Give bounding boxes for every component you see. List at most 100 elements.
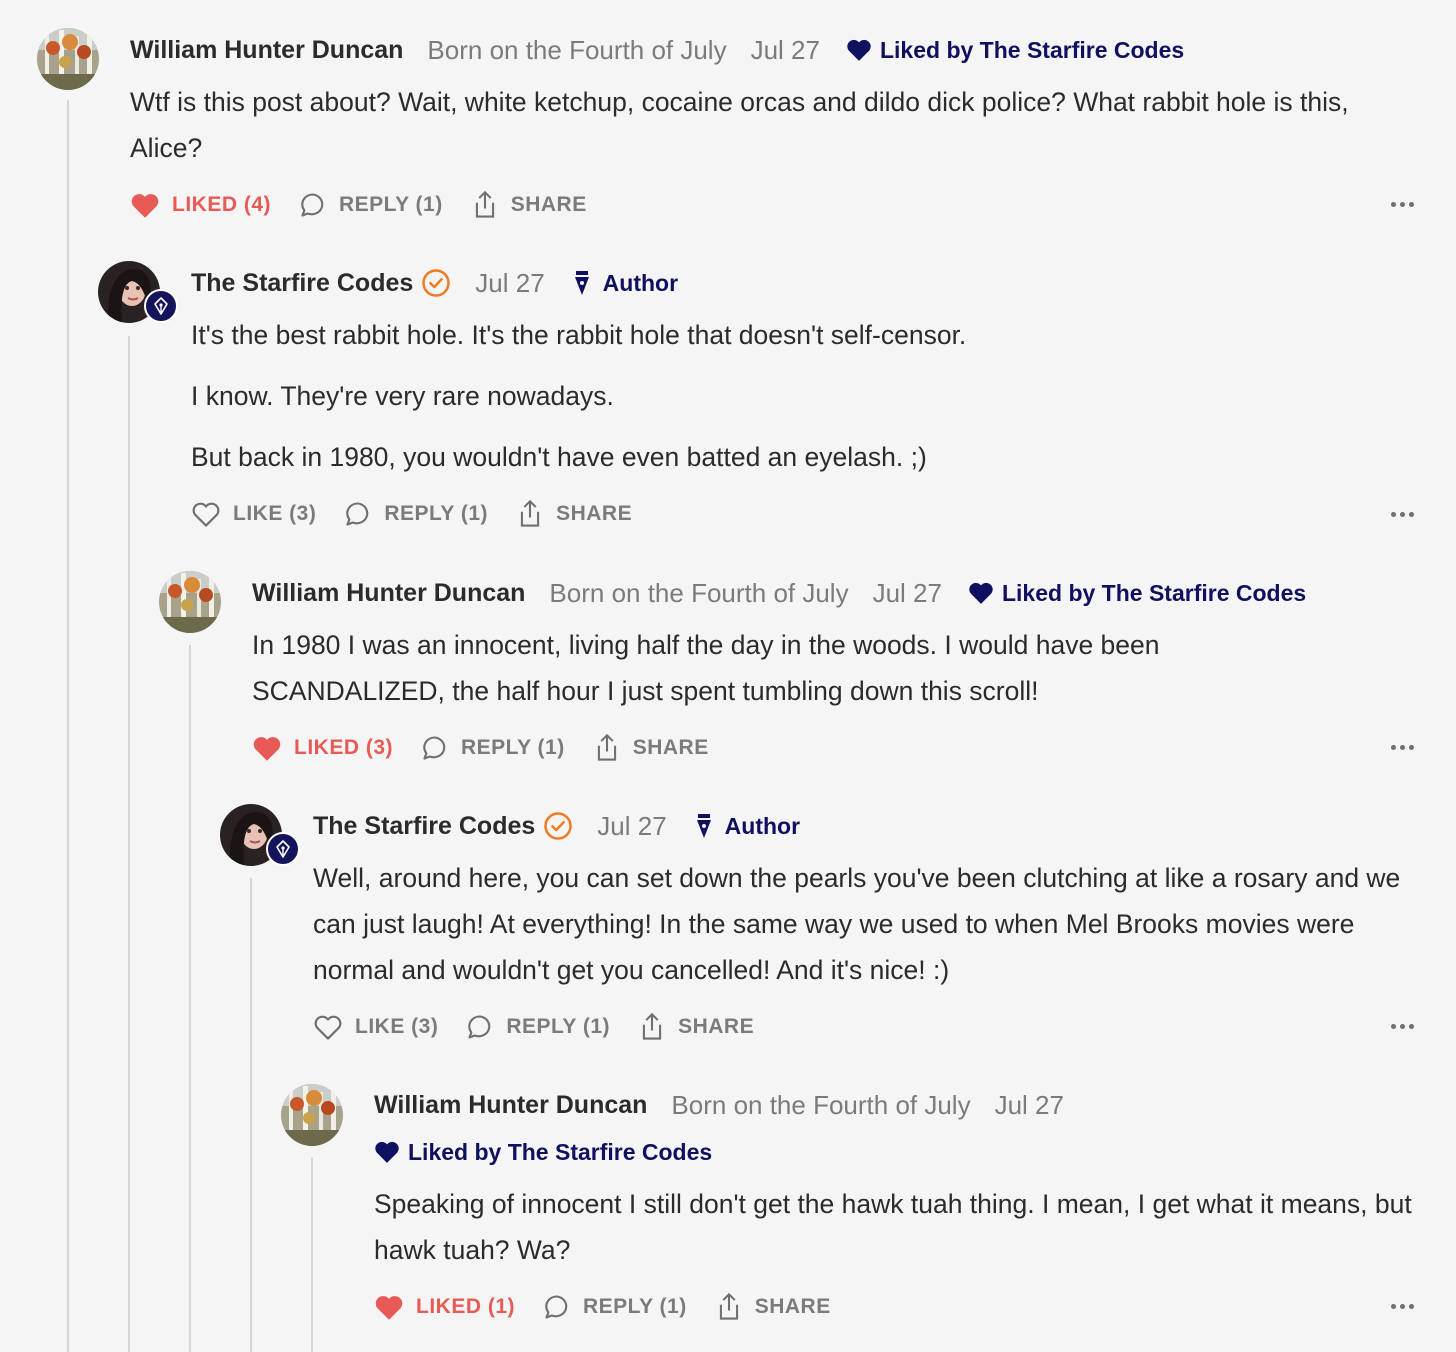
share-icon	[520, 499, 540, 527]
avatar[interactable]	[37, 28, 99, 90]
reply-button[interactable]: REPLY (1)	[421, 734, 565, 762]
reply-label: REPLY (1)	[506, 1015, 611, 1038]
avatar[interactable]	[159, 571, 221, 633]
author-name[interactable]: William Hunter Duncan	[252, 579, 525, 608]
like-button[interactable]: LIKE (3)	[313, 1014, 438, 1041]
more-options-button[interactable]	[1391, 745, 1414, 750]
more-options-button[interactable]	[1391, 1304, 1414, 1309]
like-label: LIKED (3)	[294, 736, 393, 759]
author-name[interactable]: The Starfire Codes	[313, 812, 535, 841]
comment-paragraph: Well, around here, you can set down the …	[313, 863, 1401, 985]
author-subtitle: Born on the Fourth of July	[549, 577, 849, 608]
thread-line	[128, 336, 130, 1352]
heart-outline-icon	[192, 502, 220, 527]
comment-paragraph: But back in 1980, you wouldn't have even…	[191, 442, 927, 472]
fountain-pen-icon	[154, 297, 168, 315]
like-button[interactable]: LIKED (4)	[130, 192, 271, 219]
liked-by-label: Liked by The Starfire Codes	[879, 36, 1185, 63]
share-label: SHARE	[556, 502, 633, 525]
author-tag-label: Author	[602, 269, 679, 296]
comment-body: Wtf is this post about? Wait, white ketc…	[130, 79, 1420, 171]
reply-button[interactable]: REPLY (1)	[299, 191, 443, 219]
comment-header: The Starfire Codes Jul 27 Author	[313, 806, 800, 846]
heart-outline-icon	[314, 1015, 342, 1040]
comment-bubble-icon	[468, 1015, 491, 1039]
liked-by-label: Liked by The Starfire Codes	[408, 1138, 713, 1165]
comment-body: It's the best rabbit hole. It's the rabb…	[191, 312, 1421, 480]
comment-header: William Hunter Duncan Born on the Fourth…	[130, 30, 1184, 70]
reply-button[interactable]: REPLY (1)	[344, 500, 488, 528]
more-options-button[interactable]	[1391, 1024, 1414, 1029]
author-name[interactable]: William Hunter Duncan	[130, 36, 403, 65]
share-icon	[597, 733, 616, 761]
comment-actions: LIKED (4) REPLY (1) SHARE	[130, 188, 615, 222]
verified-icon	[543, 811, 573, 841]
author-badge	[144, 289, 178, 323]
thread-line	[67, 100, 69, 1352]
author-tag: Author	[695, 813, 800, 840]
author-name[interactable]: William Hunter Duncan	[374, 1091, 647, 1120]
author-name[interactable]: The Starfire Codes	[191, 269, 413, 298]
comment-actions: LIKE (3) REPLY (1) SHARE	[191, 497, 660, 531]
comment-paragraph: Wtf is this post about? Wait, white ketc…	[130, 87, 1349, 163]
verified-icon	[421, 268, 451, 298]
author-subtitle: Born on the Fourth of July	[671, 1089, 971, 1120]
share-button[interactable]: SHARE	[471, 190, 587, 220]
avatar-image	[281, 1084, 343, 1146]
share-icon	[475, 190, 494, 218]
comment-date[interactable]: Jul 27	[873, 578, 942, 609]
comment-body: Speaking of innocent I still don't get t…	[374, 1181, 1414, 1273]
comment-bubble-icon	[423, 736, 446, 760]
share-button[interactable]: SHARE	[516, 499, 632, 529]
reply-label: REPLY (1)	[339, 193, 443, 216]
author-tag: Author	[573, 270, 678, 297]
thread-line	[250, 878, 252, 1352]
author-subtitle: Born on the Fourth of July	[427, 34, 727, 65]
heart-icon	[969, 582, 993, 604]
avatar[interactable]	[281, 1084, 343, 1146]
share-button[interactable]: SHARE	[715, 1292, 831, 1322]
liked-by-author: Liked by The Starfire Codes	[846, 37, 1184, 64]
comment-date[interactable]: Jul 27	[475, 268, 544, 299]
share-label: SHARE	[678, 1015, 755, 1038]
fountain-pen-icon	[696, 814, 711, 838]
heart-icon	[375, 1141, 399, 1163]
comment-body: Well, around here, you can set down the …	[313, 855, 1425, 993]
heart-icon	[253, 736, 281, 761]
share-label: SHARE	[754, 1295, 831, 1318]
fountain-pen-icon	[276, 840, 290, 858]
like-button[interactable]: LIKED (1)	[374, 1294, 515, 1321]
more-options-button[interactable]	[1391, 512, 1414, 517]
share-button[interactable]: SHARE	[638, 1012, 754, 1042]
reply-label: REPLY (1)	[583, 1295, 687, 1318]
like-label: LIKE (3)	[233, 502, 317, 525]
share-label: SHARE	[632, 736, 709, 759]
comment-actions: LIKED (3) REPLY (1) SHARE	[252, 731, 737, 765]
comment-paragraph: I know. They're very rare nowadays.	[191, 381, 614, 411]
comment-header: William Hunter Duncan Born on the Fourth…	[252, 573, 1306, 613]
comment-date[interactable]: Jul 27	[995, 1090, 1064, 1121]
comment-date[interactable]: Jul 27	[751, 35, 820, 66]
comment-bubble-icon	[545, 1295, 568, 1319]
more-options-button[interactable]	[1391, 202, 1414, 207]
comment-date[interactable]: Jul 27	[597, 811, 666, 842]
share-button[interactable]: SHARE	[593, 733, 709, 763]
comment-paragraph: Speaking of innocent I still don't get t…	[374, 1189, 1412, 1265]
thread-line	[189, 645, 191, 1352]
avatar-image	[159, 571, 221, 633]
thread-line	[311, 1158, 313, 1352]
comment-header: The Starfire Codes Jul 27 Author	[191, 263, 678, 303]
comment-paragraph: It's the best rabbit hole. It's the rabb…	[191, 320, 967, 350]
reply-button[interactable]: REPLY (1)	[543, 1293, 687, 1321]
comment-body: In 1980 I was an innocent, living half t…	[252, 622, 1302, 714]
like-button[interactable]: LIKED (3)	[252, 735, 393, 762]
reply-button[interactable]: REPLY (1)	[466, 1013, 610, 1041]
reply-label: REPLY (1)	[384, 502, 489, 525]
heart-icon	[847, 39, 871, 61]
liked-by-row: Liked by The Starfire Codes	[374, 1134, 712, 1170]
comment-header: William Hunter Duncan Born on the Fourth…	[374, 1085, 1064, 1125]
like-button[interactable]: LIKE (3)	[191, 501, 316, 528]
share-icon	[642, 1012, 662, 1040]
heart-icon	[375, 1295, 403, 1320]
comment-paragraph: In 1980 I was an innocent, living half t…	[252, 630, 1160, 706]
